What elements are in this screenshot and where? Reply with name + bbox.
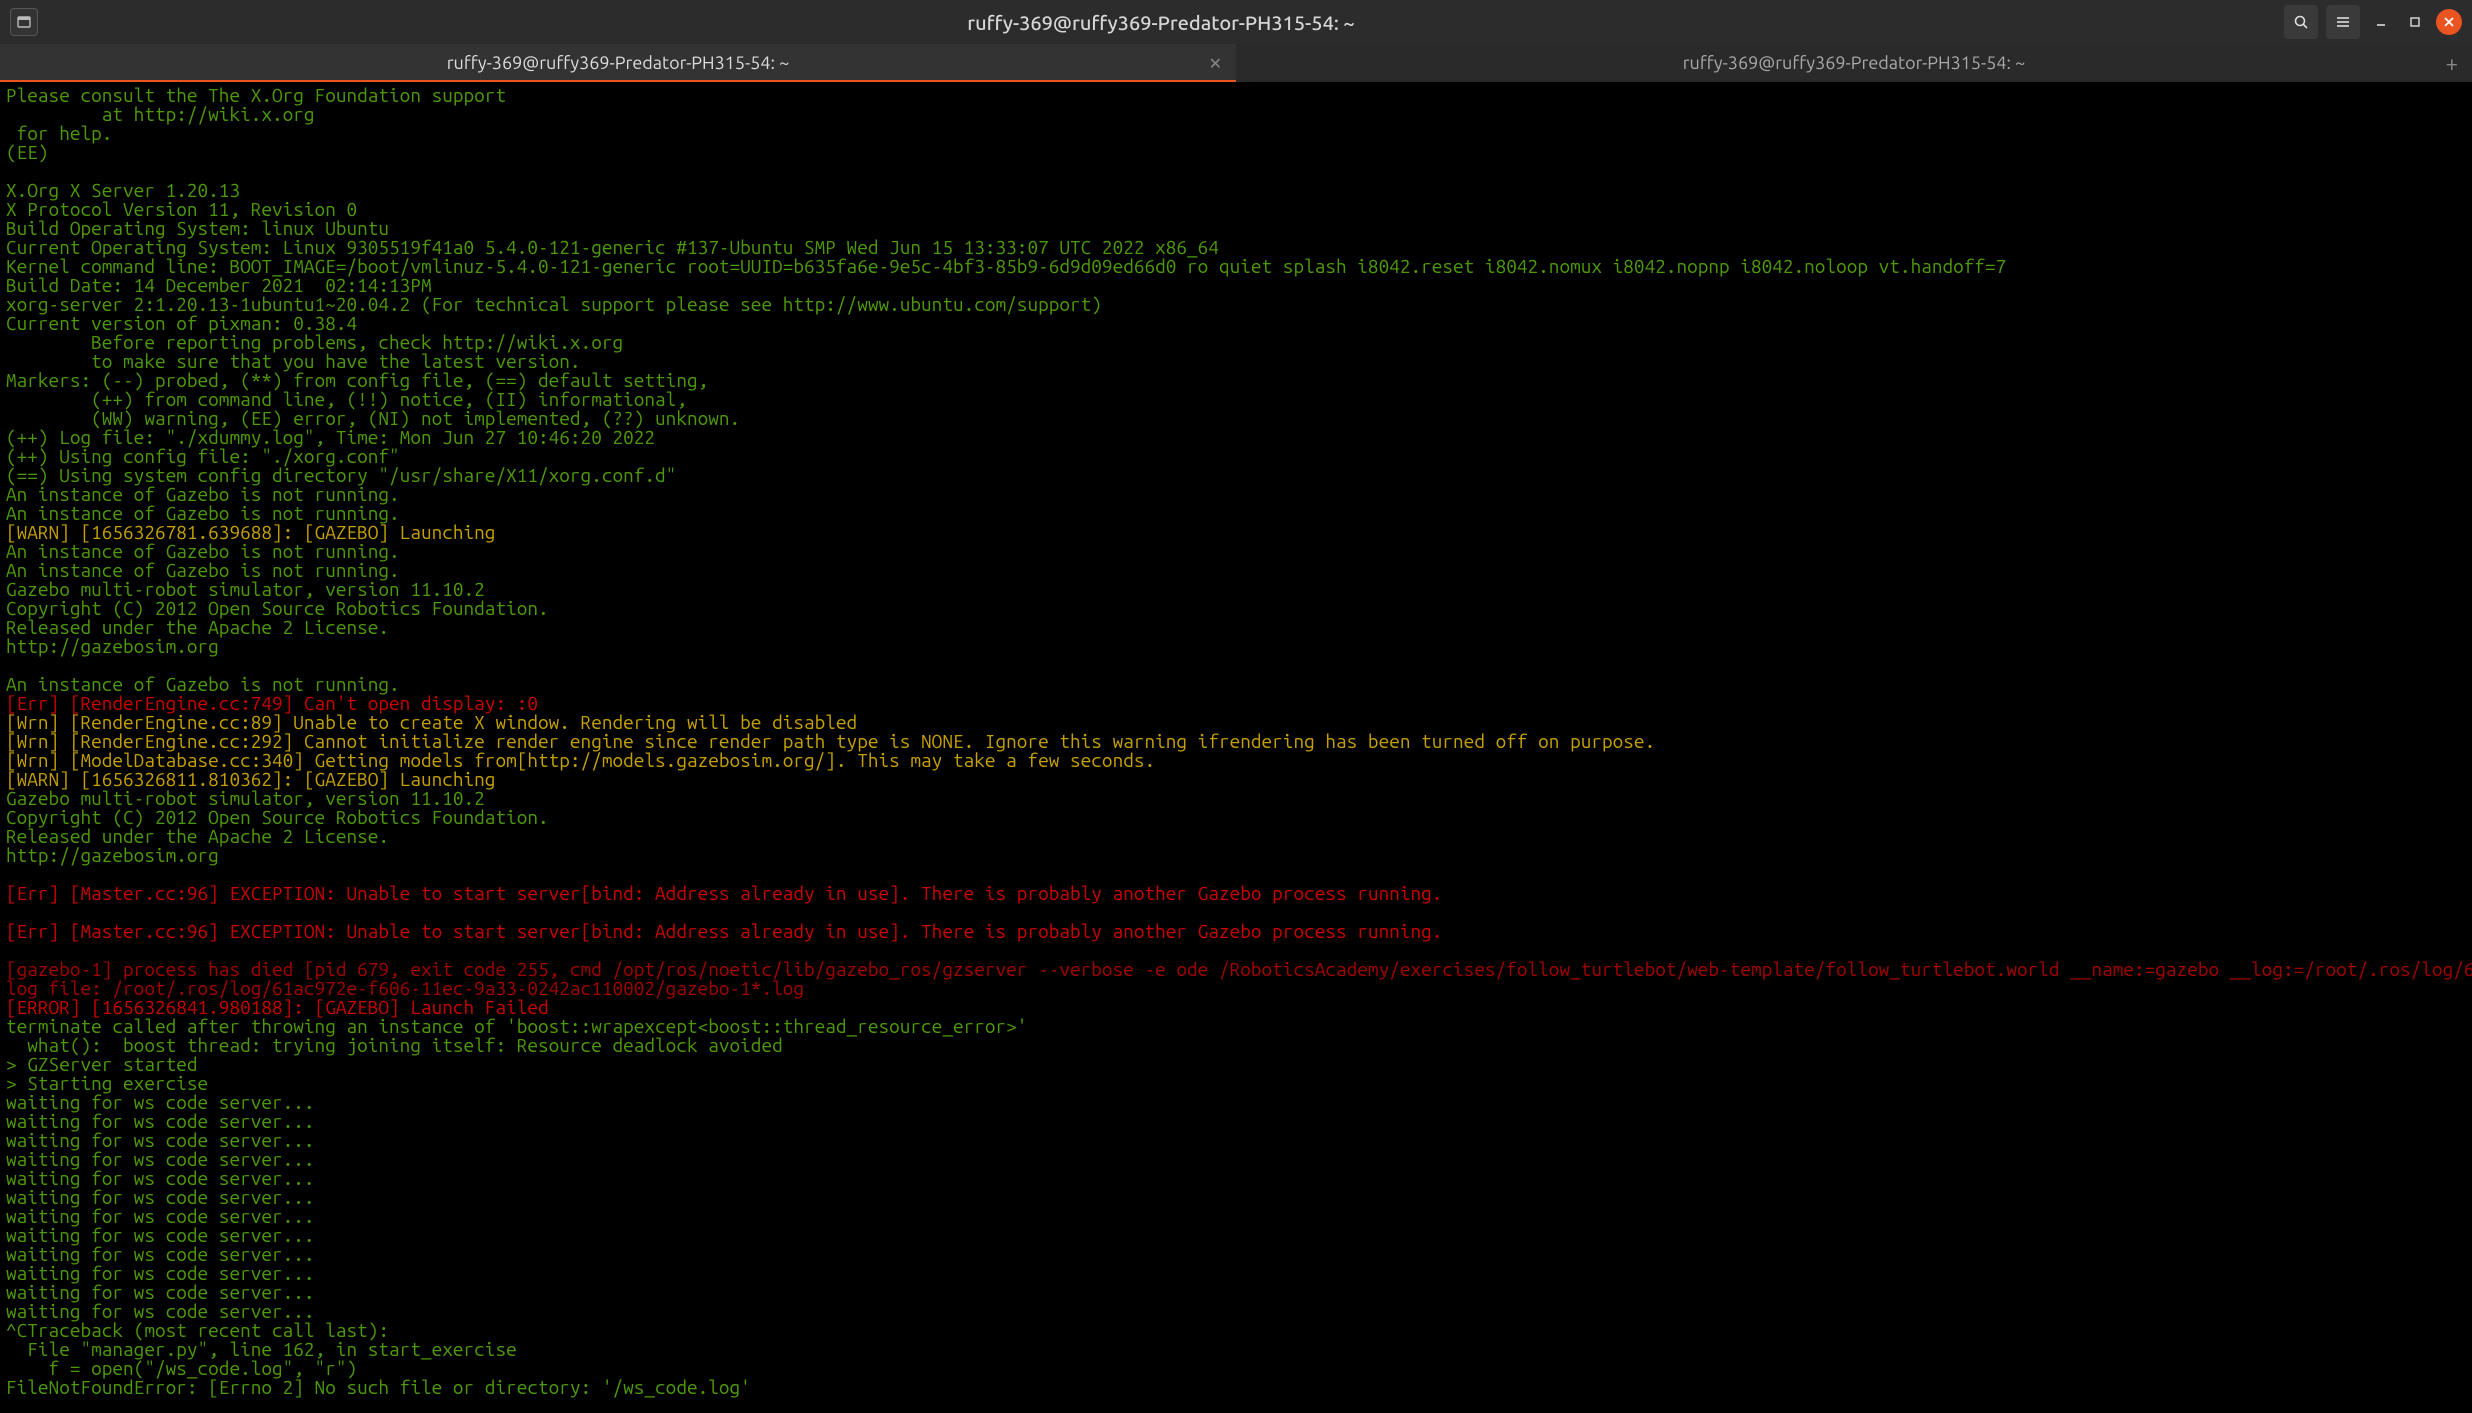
log-line: [Err] [Master.cc:96] EXCEPTION: Unable t… <box>6 920 1442 942</box>
log-line: FileNotFoundError: [Errno 2] No such fil… <box>6 1376 751 1398</box>
search-icon <box>2293 14 2309 30</box>
log-line: [Err] [Master.cc:96] EXCEPTION: Unable t… <box>6 882 1442 904</box>
maximize-icon <box>2408 15 2422 29</box>
log-line: http://gazebosim.org <box>6 635 219 657</box>
tab-close-icon[interactable]: ✕ <box>1209 54 1222 73</box>
terminal-tabbar: ruffy-369@ruffy369-Predator-PH315-54: ~ … <box>0 44 2472 82</box>
window-titlebar: ruffy-369@ruffy369-Predator-PH315-54: ~ <box>0 0 2472 44</box>
close-icon <box>2443 16 2455 28</box>
titlebar-left <box>10 8 38 36</box>
tab-label: ruffy-369@ruffy369-Predator-PH315-54: ~ <box>447 53 790 73</box>
terminal-output[interactable]: Please consult the The X.Org Foundation … <box>0 82 2472 1413</box>
minimize-icon <box>2374 15 2388 29</box>
hamburger-icon <box>2335 14 2351 30</box>
close-button[interactable] <box>2436 9 2462 35</box>
window-title: ruffy-369@ruffy369-Predator-PH315-54: ~ <box>38 11 2284 34</box>
terminal-tab-1[interactable]: ruffy-369@ruffy369-Predator-PH315-54: ~ … <box>0 44 1236 82</box>
tab-label: ruffy-369@ruffy369-Predator-PH315-54: ~ <box>1683 53 2026 73</box>
log-line: (EE) <box>6 141 59 163</box>
app-menu-icon[interactable] <box>10 8 38 36</box>
new-tab-icon[interactable]: + <box>2446 51 2458 76</box>
minimize-button[interactable] <box>2368 9 2394 35</box>
maximize-button[interactable] <box>2402 9 2428 35</box>
search-button[interactable] <box>2284 5 2318 39</box>
hamburger-menu-button[interactable] <box>2326 5 2360 39</box>
log-line: http://gazebosim.org <box>6 844 219 866</box>
terminal-tab-2[interactable]: ruffy-369@ruffy369-Predator-PH315-54: ~ … <box>1236 44 2472 82</box>
titlebar-right <box>2284 5 2462 39</box>
